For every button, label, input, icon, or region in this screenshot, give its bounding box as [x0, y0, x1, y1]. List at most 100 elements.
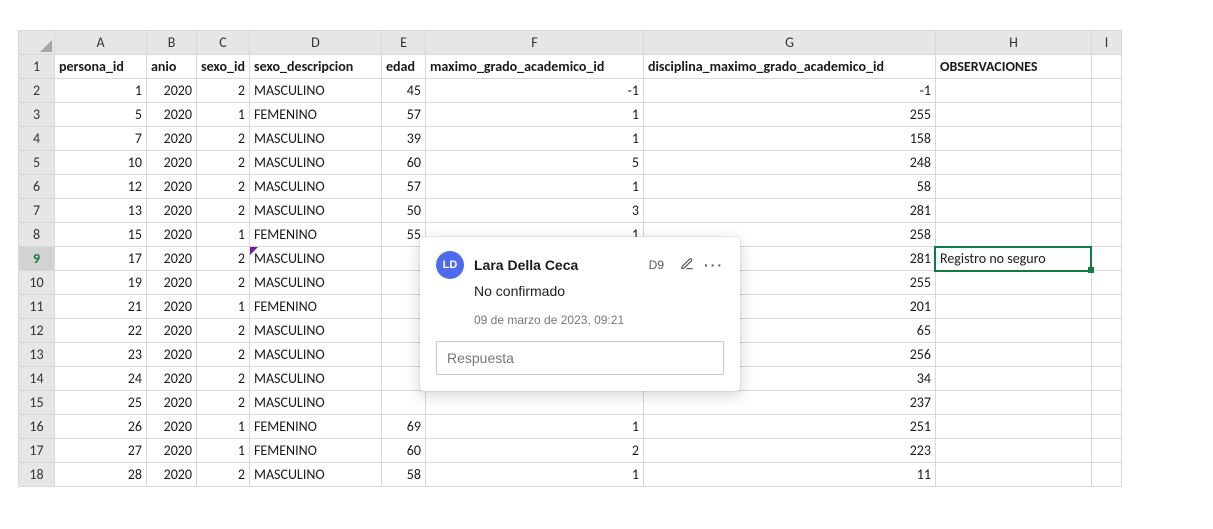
select-all-corner[interactable]	[19, 31, 55, 55]
cell[interactable]: 2020	[147, 415, 197, 439]
row-head-5[interactable]: 5	[19, 151, 55, 175]
cell[interactable]: 57	[381, 175, 425, 199]
cell[interactable]: 2020	[147, 271, 197, 295]
cell[interactable]	[935, 223, 1091, 247]
cell[interactable]: persona_id	[55, 55, 147, 79]
col-head-G[interactable]: G	[643, 31, 935, 55]
more-icon[interactable]: ···	[704, 257, 724, 273]
cell[interactable]	[381, 343, 425, 367]
cell[interactable]	[935, 127, 1091, 151]
row-head-8[interactable]: 8	[19, 223, 55, 247]
cell[interactable]: 2	[197, 271, 250, 295]
cell[interactable]	[381, 295, 425, 319]
cell[interactable]	[1091, 247, 1121, 271]
cell[interactable]: 2020	[147, 295, 197, 319]
cell[interactable]: 2020	[147, 463, 197, 487]
cell[interactable]: 1	[197, 439, 250, 463]
cell[interactable]: anio	[147, 55, 197, 79]
cell[interactable]: 2	[197, 319, 250, 343]
comment-reply-input[interactable]: Respuesta	[436, 341, 724, 375]
cell[interactable]: 2020	[147, 439, 197, 463]
cell-with-comment[interactable]: MASCULINO	[249, 247, 381, 271]
cell[interactable]: 45	[381, 79, 425, 103]
cell[interactable]	[1091, 199, 1121, 223]
cell[interactable]	[935, 295, 1091, 319]
cell[interactable]: 13	[55, 199, 147, 223]
cell[interactable]	[1091, 271, 1121, 295]
cell[interactable]	[935, 271, 1091, 295]
row-head-18[interactable]: 18	[19, 463, 55, 487]
cell[interactable]: 28	[55, 463, 147, 487]
cell[interactable]	[1091, 55, 1121, 79]
cell[interactable]: MASCULINO	[249, 319, 381, 343]
edit-icon[interactable]	[680, 257, 694, 274]
row-head-3[interactable]: 3	[19, 103, 55, 127]
col-head-D[interactable]: D	[249, 31, 381, 55]
cell[interactable]: 2020	[147, 175, 197, 199]
cell[interactable]	[1091, 103, 1121, 127]
cell[interactable]: maximo_grado_academico_id	[425, 55, 643, 79]
cell[interactable]: 27	[55, 439, 147, 463]
row-head-7[interactable]: 7	[19, 199, 55, 223]
cell[interactable]	[935, 79, 1091, 103]
cell[interactable]	[1091, 319, 1121, 343]
cell[interactable]: sexo_id	[197, 55, 250, 79]
cell[interactable]	[381, 367, 425, 391]
cell[interactable]: 248	[643, 151, 935, 175]
cell[interactable]	[1091, 151, 1121, 175]
row-head-2[interactable]: 2	[19, 79, 55, 103]
cell[interactable]: 2020	[147, 391, 197, 415]
cell[interactable]: 50	[381, 199, 425, 223]
cell[interactable]	[935, 367, 1091, 391]
col-head-C[interactable]: C	[197, 31, 250, 55]
cell[interactable]: 39	[381, 127, 425, 151]
cell[interactable]	[1091, 79, 1121, 103]
cell[interactable]	[381, 271, 425, 295]
cell[interactable]: 55	[381, 223, 425, 247]
cell[interactable]: 3	[425, 199, 643, 223]
cell[interactable]: 15	[55, 223, 147, 247]
cell[interactable]: 1	[197, 415, 250, 439]
cell[interactable]: 7	[55, 127, 147, 151]
cell[interactable]: MASCULINO	[249, 199, 381, 223]
row-head-11[interactable]: 11	[19, 295, 55, 319]
cell[interactable]: MASCULINO	[249, 391, 381, 415]
cell[interactable]: 281	[643, 199, 935, 223]
cell[interactable]: FEMENINO	[249, 103, 381, 127]
cell[interactable]	[935, 415, 1091, 439]
cell[interactable]: MASCULINO	[249, 175, 381, 199]
cell[interactable]	[935, 199, 1091, 223]
cell[interactable]	[1091, 391, 1121, 415]
cell[interactable]: 2	[197, 199, 250, 223]
row-head-1[interactable]: 1	[19, 55, 55, 79]
cell[interactable]: 1	[197, 103, 250, 127]
cell[interactable]	[1091, 175, 1121, 199]
cell[interactable]: 251	[643, 415, 935, 439]
cell[interactable]: -1	[643, 79, 935, 103]
cell[interactable]: 2020	[147, 247, 197, 271]
cell[interactable]: 1	[425, 175, 643, 199]
col-head-E[interactable]: E	[381, 31, 425, 55]
cell[interactable]: 2	[197, 367, 250, 391]
cell[interactable]: 2	[197, 247, 250, 271]
cell[interactable]: 2020	[147, 151, 197, 175]
cell[interactable]: 2020	[147, 199, 197, 223]
cell[interactable]	[935, 391, 1091, 415]
cell[interactable]: 158	[643, 127, 935, 151]
cell[interactable]	[935, 319, 1091, 343]
cell[interactable]	[1091, 439, 1121, 463]
cell[interactable]: FEMENINO	[249, 439, 381, 463]
cell[interactable]: 1	[425, 415, 643, 439]
cell[interactable]: MASCULINO	[249, 151, 381, 175]
cell[interactable]: 2	[197, 79, 250, 103]
cell[interactable]: 1	[197, 295, 250, 319]
col-head-H[interactable]: H	[935, 31, 1091, 55]
cell[interactable]: 5	[55, 103, 147, 127]
cell[interactable]: 19	[55, 271, 147, 295]
cell[interactable]: 25	[55, 391, 147, 415]
cell[interactable]: MASCULINO	[249, 79, 381, 103]
cell[interactable]: 2020	[147, 223, 197, 247]
cell[interactable]: 237	[643, 391, 935, 415]
cell[interactable]	[935, 151, 1091, 175]
cell[interactable]	[1091, 343, 1121, 367]
